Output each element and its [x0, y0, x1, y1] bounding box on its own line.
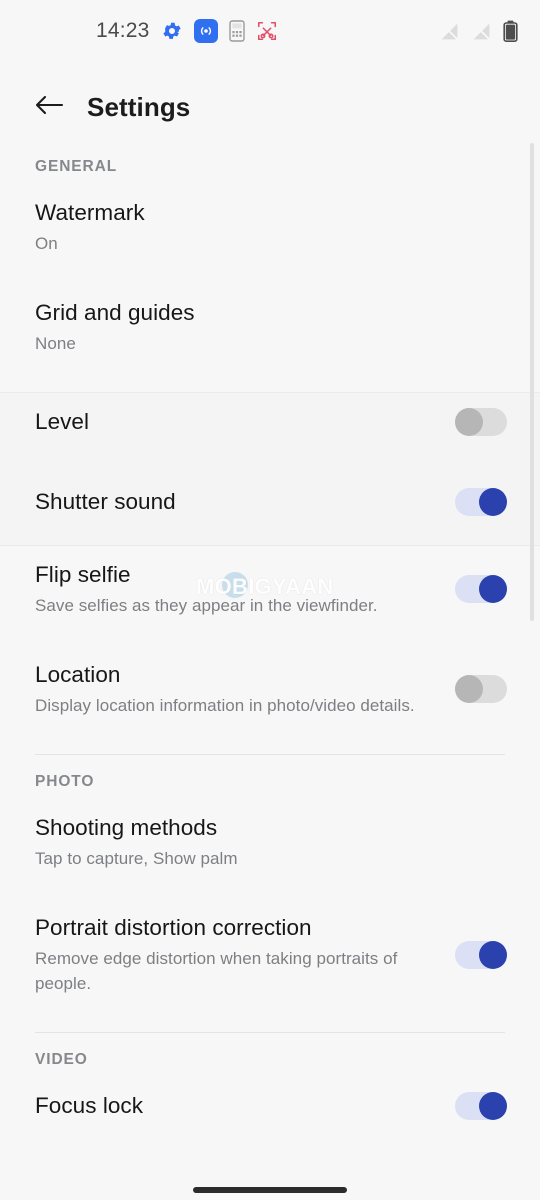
screenshot-scissors-icon	[256, 20, 278, 42]
list-item-subtitle: Display location information in photo/vi…	[35, 696, 415, 715]
list-item-shooting-methods[interactable]: Shooting methods Tap to capture, Show pa…	[0, 799, 540, 885]
list-item-portrait-distortion-correction[interactable]: Portrait distortion correction Remove ed…	[0, 899, 540, 1010]
phone-screen: 14:23 Settings GENERAL Watermark On Grid…	[0, 0, 540, 1200]
page-title: Settings	[87, 91, 191, 122]
shutter-sound-toggle[interactable]	[455, 488, 507, 516]
list-item-subtitle: Tap to capture, Show palm	[35, 849, 238, 868]
list-item-title: Focus lock	[35, 1093, 144, 1118]
list-item-subtitle: Remove edge distortion when taking portr…	[35, 949, 398, 993]
toggle-thumb	[479, 488, 507, 516]
calculator-icon	[228, 20, 245, 42]
toggle-thumb	[455, 408, 483, 436]
list-item-flip-selfie[interactable]: Flip selfie Save selfies as they appear …	[0, 546, 540, 632]
list-item-subtitle: On	[35, 234, 58, 253]
location-toggle[interactable]	[455, 675, 507, 703]
list-item-title: Level	[35, 409, 90, 434]
group-gap	[0, 531, 540, 545]
toggle-thumb	[479, 575, 507, 603]
list-item-grid-and-guides[interactable]: Grid and guides None	[0, 284, 540, 370]
settings-group-capture: Level Shutter sound	[0, 393, 540, 545]
list-item-title: Flip selfie	[35, 562, 131, 587]
list-item-level[interactable]: Level	[0, 393, 540, 451]
list-item-shutter-sound[interactable]: Shutter sound	[0, 473, 540, 531]
list-item-title: Watermark	[35, 200, 145, 225]
list-item-location[interactable]: Location Display location information in…	[0, 646, 540, 732]
toggle-thumb	[479, 940, 507, 969]
row-gap	[0, 451, 540, 473]
toggle-thumb	[455, 675, 483, 703]
list-item-subtitle: Save selfies as they appear in the viewf…	[35, 596, 378, 615]
focus-lock-toggle[interactable]	[455, 1092, 507, 1120]
list-item-title: Portrait distortion correction	[35, 915, 312, 940]
list-item-title: Location	[35, 662, 121, 687]
settings-list[interactable]: GENERAL Watermark On Grid and guides Non…	[0, 140, 540, 1135]
list-item-watermark[interactable]: Watermark On	[0, 184, 540, 270]
list-item-title: Shooting methods	[35, 815, 218, 840]
list-item-title: Shutter sound	[35, 489, 176, 514]
list-item-subtitle: None	[35, 334, 76, 353]
section-header-general: GENERAL	[35, 158, 118, 175]
signal-sim1-none-icon	[439, 21, 460, 42]
battery-icon	[503, 20, 518, 42]
back-button[interactable]	[28, 86, 70, 128]
home-gesture-bar[interactable]	[193, 1187, 347, 1193]
toggle-thumb	[479, 1092, 507, 1120]
row-gap	[0, 270, 540, 284]
list-item-title: Grid and guides	[35, 300, 195, 325]
flip-selfie-toggle[interactable]	[455, 575, 507, 603]
scrollbar-thumb[interactable]	[530, 143, 534, 621]
list-item-focus-lock[interactable]: Focus lock	[0, 1077, 540, 1135]
status-bar: 14:23	[0, 0, 540, 62]
portrait-distortion-correction-toggle[interactable]	[455, 940, 507, 969]
status-bar-clock: 14:23	[96, 19, 150, 42]
arrow-left-icon	[34, 93, 64, 122]
app-bar: Settings	[0, 78, 540, 136]
status-bar-right-group	[439, 20, 518, 42]
gear-icon	[161, 20, 183, 42]
hotspot-broadcast-icon	[193, 19, 218, 43]
signal-sim2-none-icon	[471, 21, 492, 42]
row-gap	[0, 885, 540, 899]
row-gap	[0, 632, 540, 646]
level-toggle[interactable]	[455, 408, 507, 436]
section-header-photo: PHOTO	[35, 773, 95, 790]
section-header-video: VIDEO	[35, 1051, 88, 1068]
status-bar-left-group: 14:23	[96, 19, 278, 43]
